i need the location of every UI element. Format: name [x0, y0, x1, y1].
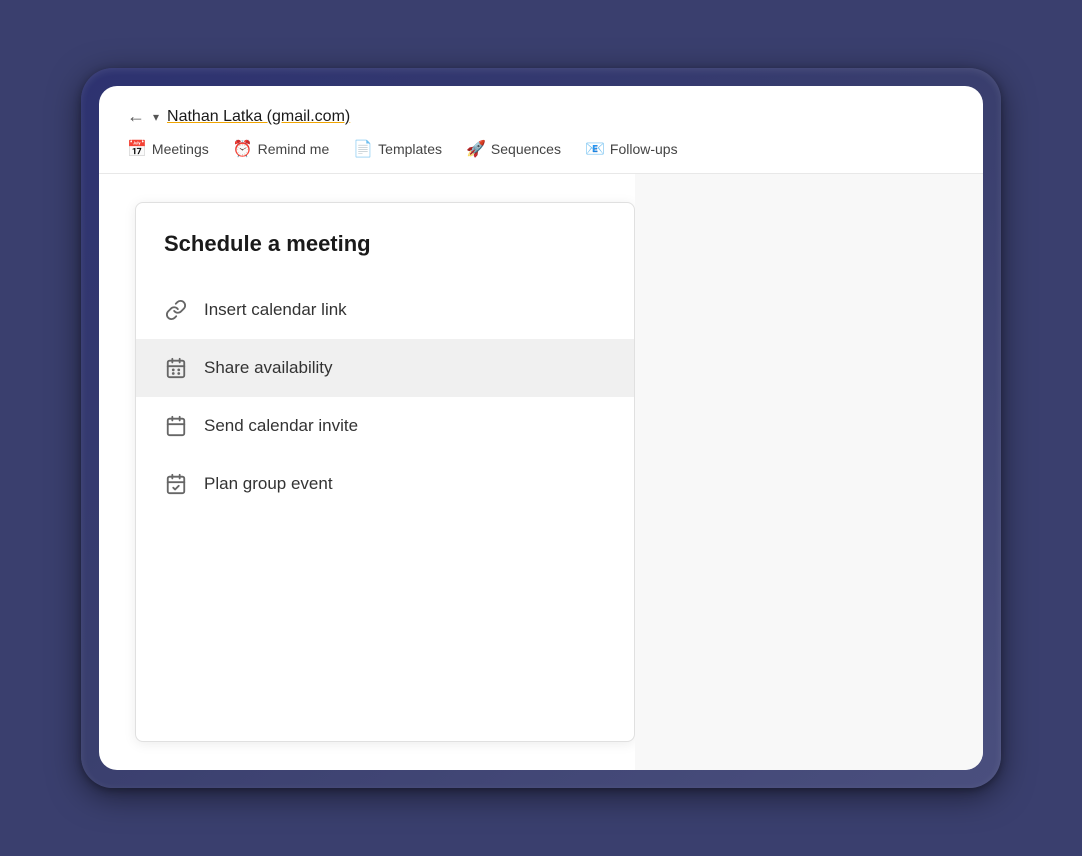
- content-area: Schedule a meeting Insert calendar link: [99, 174, 983, 770]
- share-availability-label: Share availability: [204, 358, 333, 378]
- calendar-grid-icon: [164, 357, 188, 379]
- templates-emoji-icon: 📄: [353, 139, 373, 159]
- menu-item-send-calendar-invite[interactable]: Send calendar invite: [136, 397, 634, 455]
- menu-item-insert-calendar-link[interactable]: Insert calendar link: [136, 281, 634, 339]
- schedule-meeting-panel: Schedule a meeting Insert calendar link: [135, 202, 635, 742]
- remind-me-emoji-icon: ⏰: [233, 139, 253, 159]
- follow-ups-label: Follow-ups: [610, 141, 678, 157]
- nav-item-templates[interactable]: 📄 Templates: [353, 139, 442, 159]
- remind-me-label: Remind me: [258, 141, 330, 157]
- outer-frame: ← ▾ Nathan Latka (gmail.com) 📅 Meetings …: [81, 68, 1001, 788]
- nav-item-remind-me[interactable]: ⏰ Remind me: [233, 139, 330, 159]
- sequences-label: Sequences: [491, 141, 561, 157]
- link-icon: [164, 299, 188, 321]
- menu-item-share-availability[interactable]: Share availability: [136, 339, 634, 397]
- meetings-label: Meetings: [152, 141, 209, 157]
- follow-ups-emoji-icon: 📧: [585, 139, 605, 159]
- meetings-emoji-icon: 📅: [127, 139, 147, 159]
- toolbar-nav: 📅 Meetings ⏰ Remind me 📄 Templates 🚀 Seq…: [127, 139, 955, 159]
- back-icon[interactable]: ←: [127, 106, 145, 127]
- inner-frame: ← ▾ Nathan Latka (gmail.com) 📅 Meetings …: [99, 86, 983, 770]
- toolbar-top: ← ▾ Nathan Latka (gmail.com): [127, 106, 955, 127]
- calendar-icon: [164, 415, 188, 437]
- email-link[interactable]: Nathan Latka (gmail.com): [167, 108, 350, 126]
- templates-label: Templates: [378, 141, 442, 157]
- menu-item-plan-group-event[interactable]: Plan group event: [136, 455, 634, 513]
- sequences-emoji-icon: 🚀: [466, 139, 486, 159]
- nav-item-sequences[interactable]: 🚀 Sequences: [466, 139, 561, 159]
- plan-group-event-label: Plan group event: [204, 474, 333, 494]
- calendar-check-icon: [164, 473, 188, 495]
- nav-item-follow-ups[interactable]: 📧 Follow-ups: [585, 139, 678, 159]
- insert-calendar-link-label: Insert calendar link: [204, 300, 347, 320]
- dropdown-arrow-icon[interactable]: ▾: [153, 110, 159, 124]
- right-panel: [635, 174, 983, 770]
- send-calendar-invite-label: Send calendar invite: [204, 416, 358, 436]
- nav-item-meetings[interactable]: 📅 Meetings: [127, 139, 209, 159]
- panel-title: Schedule a meeting: [136, 231, 634, 281]
- toolbar: ← ▾ Nathan Latka (gmail.com) 📅 Meetings …: [99, 86, 983, 174]
